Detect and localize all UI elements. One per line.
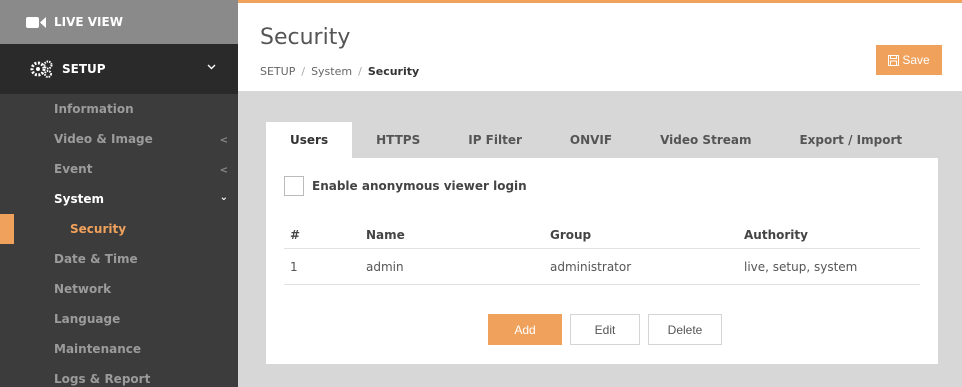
sidebar-item-label: Language <box>54 312 121 326</box>
floppy-disk-icon <box>888 54 900 66</box>
breadcrumb: SETUP / System / Security <box>260 65 419 78</box>
chevron-left-icon: < <box>219 165 228 176</box>
tab-ip-filter[interactable]: IP Filter <box>444 122 546 158</box>
sidebar-item-label: Information <box>54 102 134 116</box>
sidebar-item-label: Event <box>54 162 93 176</box>
table-row[interactable]: 1 admin administrator live, setup, syste… <box>284 249 920 285</box>
setup-menu[interactable]: SETUP <box>0 44 238 94</box>
anonymous-login-option: Enable anonymous viewer login <box>284 176 527 196</box>
page-title: Security <box>260 25 351 50</box>
active-indicator <box>0 214 14 244</box>
tab-video-stream[interactable]: Video Stream <box>636 122 775 158</box>
sidebar-item-label: Network <box>54 282 112 296</box>
save-button-label: Save <box>902 53 930 67</box>
sidebar-item-network[interactable]: Network <box>0 274 238 304</box>
sidebar-item-label: System <box>54 192 104 206</box>
chevron-down-icon: ⌄ <box>219 192 228 203</box>
live-view-label: LIVE VIEW <box>54 15 123 29</box>
sidebar-item-event[interactable]: Event < <box>0 154 238 184</box>
users-panel: Enable anonymous viewer login # Name Gro… <box>266 158 938 364</box>
edit-user-button[interactable]: Edit <box>570 314 640 345</box>
sidebar-item-video-image[interactable]: Video & Image < <box>0 124 238 154</box>
gears-icon <box>30 60 53 78</box>
sidebar-item-language[interactable]: Language <box>0 304 238 334</box>
table-actions: Add Edit Delete <box>488 314 730 345</box>
anonymous-login-label: Enable anonymous viewer login <box>312 179 527 193</box>
sidebar-item-information[interactable]: Information <box>0 94 238 124</box>
delete-user-button[interactable]: Delete <box>648 314 722 345</box>
column-header-name: Name <box>366 228 405 242</box>
breadcrumb-item[interactable]: System <box>311 65 352 78</box>
sidebar: LIVE VIEW SETUP Information Video & Imag… <box>0 0 238 387</box>
sidebar-item-date-time[interactable]: Date & Time <box>0 244 238 274</box>
tab-https[interactable]: HTTPS <box>352 122 444 158</box>
sidebar-item-label: Date & Time <box>54 252 138 266</box>
sidebar-item-label: Logs & Report <box>54 372 151 386</box>
breadcrumb-separator: / <box>358 65 362 78</box>
breadcrumb-item[interactable]: SETUP <box>260 65 295 78</box>
chevron-down-icon <box>207 64 216 70</box>
sidebar-item-label: Video & Image <box>54 132 153 146</box>
sidebar-item-system[interactable]: System ⌄ <box>0 184 238 214</box>
tab-export-import[interactable]: Export / Import <box>775 122 926 158</box>
tab-users[interactable]: Users <box>266 122 353 158</box>
setup-submenu: Information Video & Image < Event < Syst… <box>0 94 238 387</box>
table-header: # Name Group Authority <box>284 222 920 249</box>
sidebar-item-maintenance[interactable]: Maintenance <box>0 334 238 364</box>
cell-number: 1 <box>290 259 298 274</box>
column-header-group: Group <box>550 228 592 242</box>
sidebar-item-label: Security <box>70 222 127 236</box>
save-button[interactable]: Save <box>876 45 942 75</box>
sidebar-item-logs-report[interactable]: Logs & Report <box>0 364 238 387</box>
users-table: # Name Group Authority 1 admin administr… <box>284 222 920 285</box>
column-header-authority: Authority <box>744 228 808 242</box>
live-view-menu[interactable]: LIVE VIEW <box>0 0 238 44</box>
cell-name: admin <box>366 259 404 274</box>
chevron-left-icon: < <box>219 135 228 146</box>
page-header: Security SETUP / System / Security Save <box>238 0 962 91</box>
cell-authority: live, setup, system <box>744 259 858 274</box>
add-user-button[interactable]: Add <box>488 314 562 345</box>
sidebar-item-security[interactable]: Security <box>0 214 238 244</box>
tab-onvif[interactable]: ONVIF <box>546 122 636 158</box>
anonymous-login-checkbox[interactable] <box>284 176 304 196</box>
breadcrumb-current: Security <box>367 65 420 78</box>
breadcrumb-separator: / <box>301 65 306 78</box>
column-header-number: # <box>290 228 301 242</box>
camera-icon <box>26 16 46 28</box>
sidebar-item-label: Maintenance <box>54 342 142 356</box>
tab-bar: Users HTTPS IP Filter ONVIF Video Stream… <box>266 122 962 158</box>
cell-group: administrator <box>550 259 632 274</box>
setup-label: SETUP <box>62 62 106 76</box>
